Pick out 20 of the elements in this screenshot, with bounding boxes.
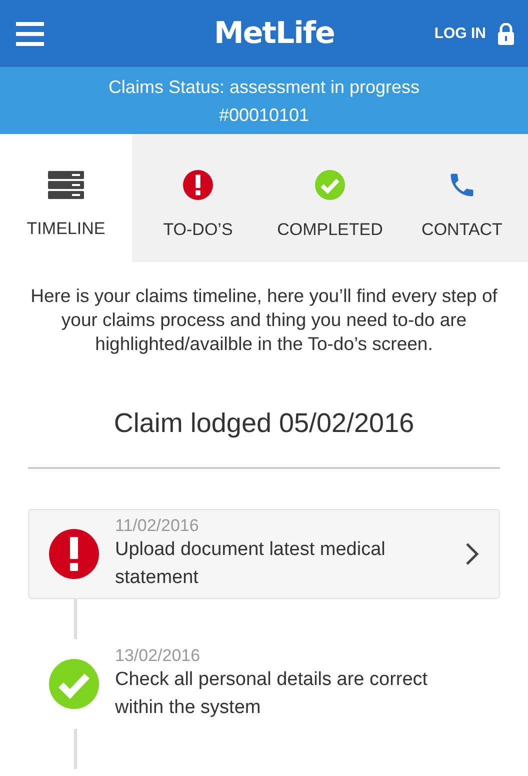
item-text: Upload document latest medical statement (115, 538, 386, 590)
item-date: 13/02/2016 (115, 646, 202, 666)
alert-icon (183, 170, 213, 200)
item-text: Check all personal details are correct within the system (115, 668, 429, 720)
menu-icon[interactable] (16, 22, 44, 46)
checkmark-icon (315, 170, 345, 200)
claim-heading: Claim lodged 05/02/2016 (112, 408, 416, 439)
chevron-right-icon (465, 542, 479, 566)
lock-icon[interactable] (498, 22, 514, 44)
timeline-card[interactable]: 11/02/2016 Upload document latest medical statement (28, 509, 500, 599)
tab[interactable]: TIMELINE (0, 134, 132, 262)
intro-text: Here is your claims timeline, here you’ll find every step of your claims process and thing you need to-do are highlighted/availble in the To-do’s screen. (30, 284, 498, 356)
status-title: Claims Status: assessment in progress (108, 76, 420, 99)
item-date: 11/02/2016 (115, 516, 200, 536)
checkmark-icon (49, 659, 99, 709)
server-stack-icon (48, 171, 84, 199)
logo: MetLife (212, 16, 336, 51)
claim-number: #00010101 (218, 104, 310, 126)
alert-icon (49, 529, 99, 579)
login-link[interactable]: LOG IN (434, 25, 486, 42)
